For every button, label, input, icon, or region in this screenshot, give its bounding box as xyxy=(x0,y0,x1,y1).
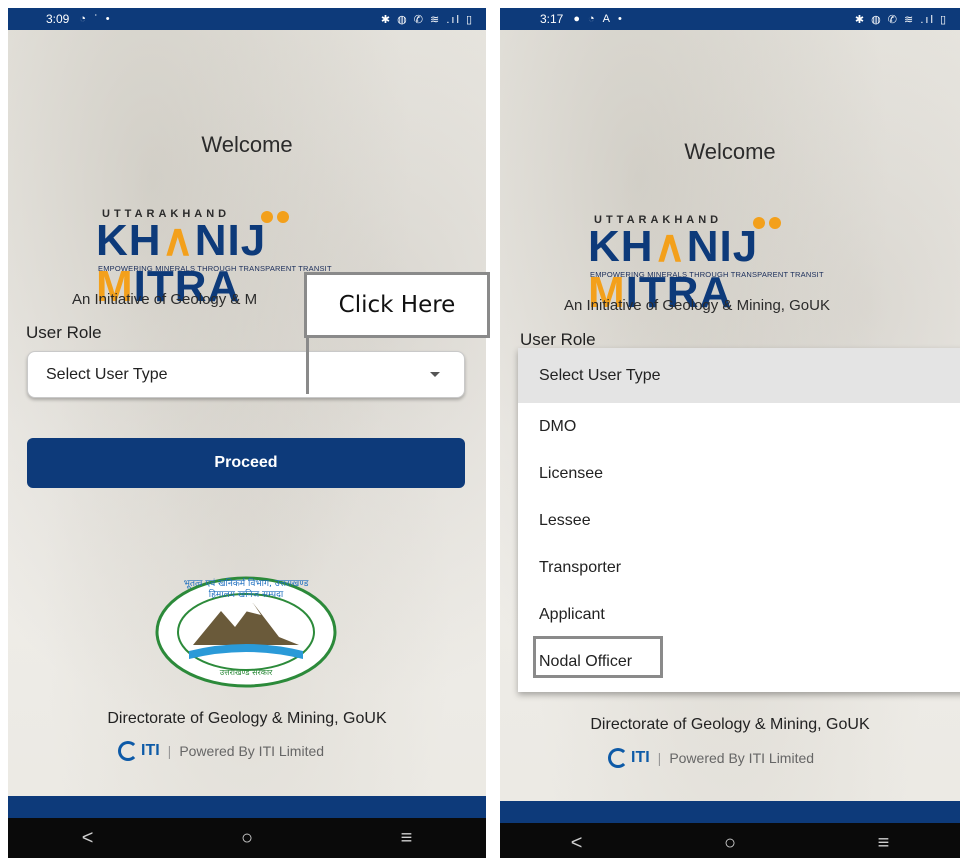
click-here-callout: Click Here xyxy=(304,272,490,338)
system-nav-bar: < ○ ≡ xyxy=(500,823,960,858)
iti-logo: ITI xyxy=(608,748,650,768)
callout-pointer xyxy=(306,338,309,394)
alarm-icon: ◔ xyxy=(588,13,595,25)
home-icon[interactable]: ○ xyxy=(241,827,253,850)
dropdown-option-applicant[interactable]: Applicant xyxy=(518,591,960,638)
phone-screen-right: 3:17 ● ◔ A • ✱ ◍ ✆ ≋ .ıl ▯ Welcome UTTAR… xyxy=(500,8,960,858)
proceed-button[interactable]: Proceed xyxy=(27,438,465,488)
initiative-text: An Initiative of Geology & Mining, GoUK xyxy=(564,297,830,314)
status-bar: 3:09 ◔ ʿ • ✱ ◍ ✆ ≋ .ıl ▯ xyxy=(8,8,486,30)
bottom-band xyxy=(8,796,486,818)
signal-icons: ✱ ◍ ✆ ≋ .ıl ▯ xyxy=(854,13,948,26)
dropdown-option-lessee[interactable]: Lessee xyxy=(518,497,960,544)
notification-icon: ʿ xyxy=(94,13,98,25)
logo-tagline: EMPOWERING MINERALS THROUGH TRANSPARENT … xyxy=(98,264,332,273)
user-role-label: User Role xyxy=(520,330,596,349)
status-bar: 3:17 ● ◔ A • ✱ ◍ ✆ ≋ .ıl ▯ xyxy=(500,8,960,30)
powered-text: Powered By ITI Limited xyxy=(179,743,325,759)
khanij-mitra-logo: UTTARAKHAND KH∧NIJ MITRA EMPOWERING MINE… xyxy=(96,208,396,310)
phone-screen-left: 3:09 ◔ ʿ • ✱ ◍ ✆ ≋ .ıl ▯ Welcome UTTARAK… xyxy=(8,8,486,858)
back-icon[interactable]: < xyxy=(571,832,583,855)
font-icon: A xyxy=(602,13,611,25)
iti-swirl-icon xyxy=(118,741,138,761)
dropdown-option-dmo[interactable]: DMO xyxy=(518,403,960,450)
alert-icon: ● xyxy=(573,13,581,25)
directorate-text: Directorate of Geology & Mining, GoUK xyxy=(107,710,387,727)
dot-icon: • xyxy=(105,13,110,25)
directorate-text: Directorate of Geology & Mining, GoUK xyxy=(590,716,870,733)
dot-icon: • xyxy=(618,13,622,25)
user-role-label: User Role xyxy=(26,323,102,342)
alarm-icon: ◔ xyxy=(79,13,87,25)
menu-icon[interactable]: ≡ xyxy=(401,827,413,850)
geology-mining-emblem: हिमालय खनिज सम्पदा उत्तराखण्ड सरकार भूतत… xyxy=(155,576,337,688)
dropdown-option-licensee[interactable]: Licensee xyxy=(518,450,960,497)
powered-by: ITI | Powered By ITI Limited xyxy=(608,748,814,768)
system-nav-bar: < ○ ≡ xyxy=(8,818,486,858)
user-type-select[interactable]: Select User Type xyxy=(27,351,465,398)
emblem-bottom-text: उत्तराखण्ड सरकार xyxy=(220,668,273,677)
back-icon[interactable]: < xyxy=(82,827,94,850)
home-icon[interactable]: ○ xyxy=(724,832,736,855)
status-time: 3:09 xyxy=(46,12,70,26)
select-value: Select User Type xyxy=(46,365,168,383)
iti-logo: ITI xyxy=(118,741,160,761)
initiative-text: An Initiative of Geology & M xyxy=(72,291,258,308)
welcome-title: Welcome xyxy=(201,132,293,157)
bottom-band xyxy=(500,801,960,823)
status-time: 3:17 xyxy=(540,12,564,26)
emblem-top-text: भूतत्व एवं खनिकर्म विभाग, उत्तराखण्ड xyxy=(184,577,309,589)
powered-text: Powered By ITI Limited xyxy=(669,750,815,766)
menu-icon[interactable]: ≡ xyxy=(878,832,890,855)
emblem-inner-text: हिमालय खनिज सम्पदा xyxy=(209,588,284,600)
chevron-down-icon xyxy=(430,372,440,377)
welcome-title: Welcome xyxy=(684,139,776,164)
dropdown-option-transporter[interactable]: Transporter xyxy=(518,544,960,591)
signal-icons: ✱ ◍ ✆ ≋ .ıl ▯ xyxy=(380,13,474,26)
khanij-mitra-logo: UTTARAKHAND KH∧NIJ MITRA EMPOWERING MINE… xyxy=(588,214,888,316)
logo-tagline: EMPOWERING MINERALS THROUGH TRANSPARENT … xyxy=(590,270,824,279)
nodal-officer-highlight xyxy=(533,636,663,678)
powered-by: ITI | Powered By ITI Limited xyxy=(118,741,324,761)
iti-swirl-icon xyxy=(608,748,628,768)
dropdown-option[interactable]: Select User Type xyxy=(518,348,960,403)
